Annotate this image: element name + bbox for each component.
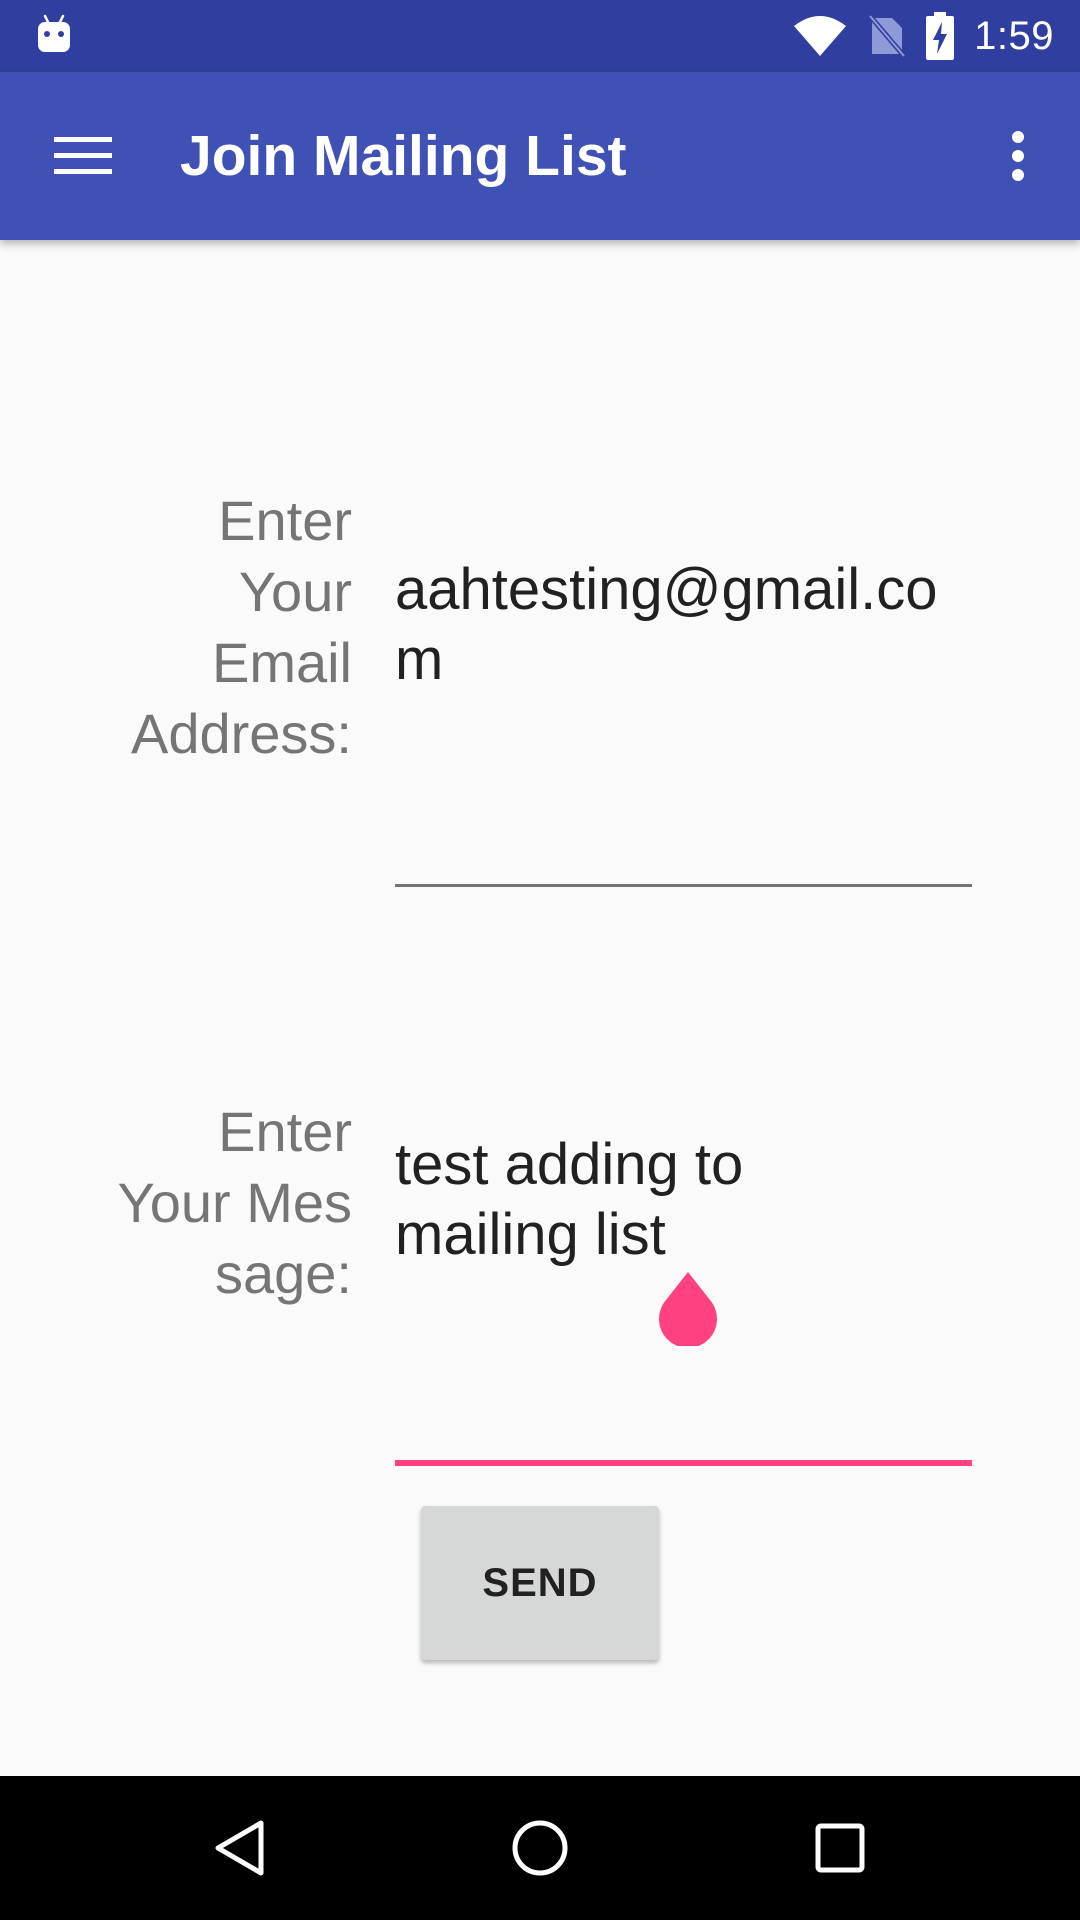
more-vert-icon[interactable] — [980, 118, 1056, 194]
message-field-underline — [395, 1460, 972, 1466]
email-label: Enter Your Email Address: — [131, 489, 352, 765]
email-field[interactable]: aahtesting@gmail.com — [395, 555, 972, 889]
status-time: 1:59 — [974, 13, 1054, 58]
status-icons: 1:59 — [772, 0, 1054, 72]
app-bar: Join Mailing List — [0, 72, 1080, 240]
send-button[interactable]: SEND — [421, 1506, 659, 1660]
android-notification-icon — [36, 14, 72, 54]
email-field-value: aahtesting@gmail.com — [395, 557, 938, 692]
home-icon[interactable] — [470, 1776, 610, 1920]
page-title: Join Mailing List — [180, 124, 627, 188]
message-field-value: test adding to mailing list — [395, 1132, 744, 1267]
hamburger-menu-icon[interactable] — [38, 118, 128, 194]
screen: 1:59 Join Mailing List Enter Your Email … — [0, 0, 1080, 1920]
no-sim-icon — [868, 14, 907, 58]
battery-charging-icon — [926, 12, 955, 60]
recents-icon[interactable] — [770, 1776, 910, 1920]
status-bar: 1:59 — [0, 0, 1080, 72]
system-nav-bar — [0, 1776, 1080, 1920]
text-cursor-handle-icon[interactable] — [658, 1272, 718, 1348]
email-field-underline — [395, 884, 972, 887]
message-label: Enter Your Mes sage: — [117, 1100, 353, 1305]
back-icon[interactable] — [170, 1776, 310, 1920]
wifi-icon — [792, 14, 848, 58]
